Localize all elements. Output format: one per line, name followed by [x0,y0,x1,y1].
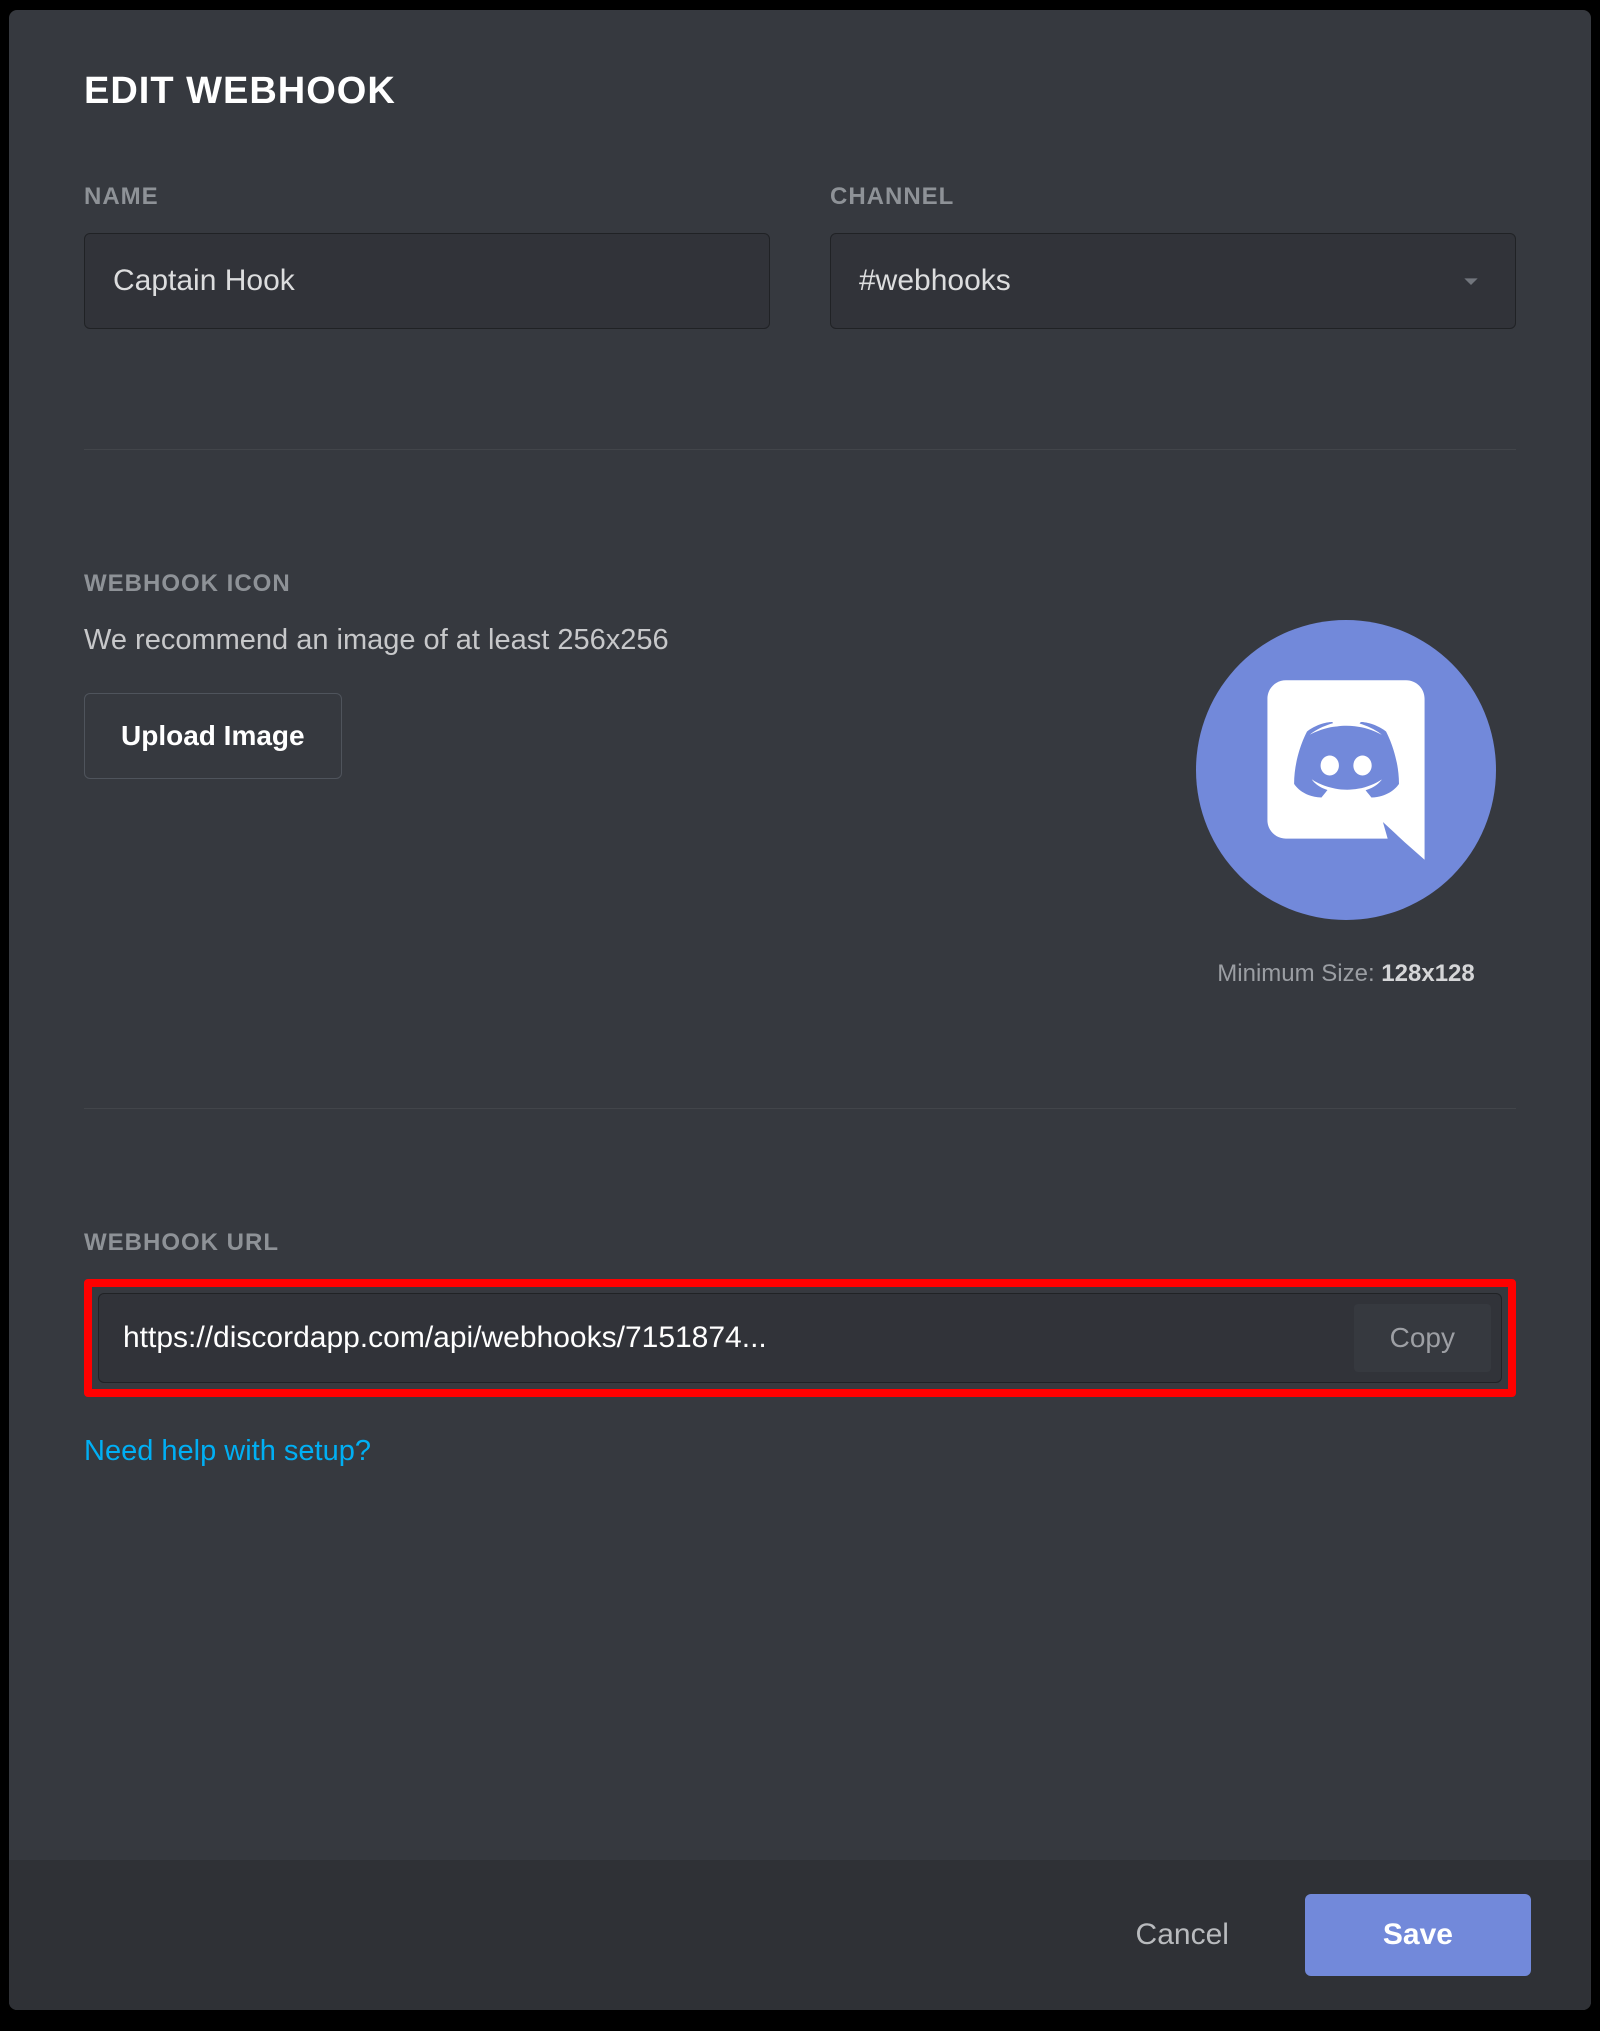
min-size-text: Minimum Size: 128x128 [1176,960,1516,988]
divider [84,449,1516,450]
name-col: NAME [84,183,770,329]
divider [84,1108,1516,1109]
channel-label: CHANNEL [830,183,1516,211]
icon-right: Minimum Size: 128x128 [1176,620,1516,988]
copy-button[interactable]: Copy [1354,1304,1491,1372]
url-highlight-box: https://discordapp.com/api/webhooks/7151… [84,1279,1516,1397]
min-size-prefix: Minimum Size: [1217,960,1381,987]
channel-selected-value: #webhooks [859,264,1011,298]
save-button[interactable]: Save [1305,1894,1531,1976]
cancel-button[interactable]: Cancel [1100,1894,1265,1976]
channel-col: CHANNEL #webhooks [830,183,1516,329]
url-value[interactable]: https://discordapp.com/api/webhooks/7151… [123,1321,1354,1355]
channel-select[interactable]: #webhooks [830,233,1516,329]
discord-logo-icon [1236,660,1456,880]
webhook-url-section: WEBHOOK URL https://discordapp.com/api/w… [84,1229,1516,1468]
name-label: NAME [84,183,770,211]
icon-hint: We recommend an image of at least 256x25… [84,620,1116,661]
icon-label: WEBHOOK ICON [84,570,1516,598]
webhook-icon-section: WEBHOOK ICON We recommend an image of at… [84,570,1516,988]
modal-footer: Cancel Save [9,1860,1591,2010]
name-input[interactable] [84,233,770,329]
webhook-avatar[interactable] [1196,620,1496,920]
edit-webhook-modal: EDIT WEBHOOK NAME CHANNEL #webhooks WEBH… [9,10,1591,2010]
upload-image-button[interactable]: Upload Image [84,693,342,779]
icon-row: We recommend an image of at least 256x25… [84,620,1516,988]
url-label: WEBHOOK URL [84,1229,1516,1257]
name-channel-row: NAME CHANNEL #webhooks [84,183,1516,329]
modal-content: EDIT WEBHOOK NAME CHANNEL #webhooks WEBH… [9,10,1591,1860]
icon-left: We recommend an image of at least 256x25… [84,620,1116,988]
chevron-down-icon [1455,265,1487,297]
help-link[interactable]: Need help with setup? [84,1435,371,1468]
min-size-value: 128x128 [1381,960,1474,987]
url-box: https://discordapp.com/api/webhooks/7151… [98,1293,1502,1383]
modal-title: EDIT WEBHOOK [84,70,1516,113]
